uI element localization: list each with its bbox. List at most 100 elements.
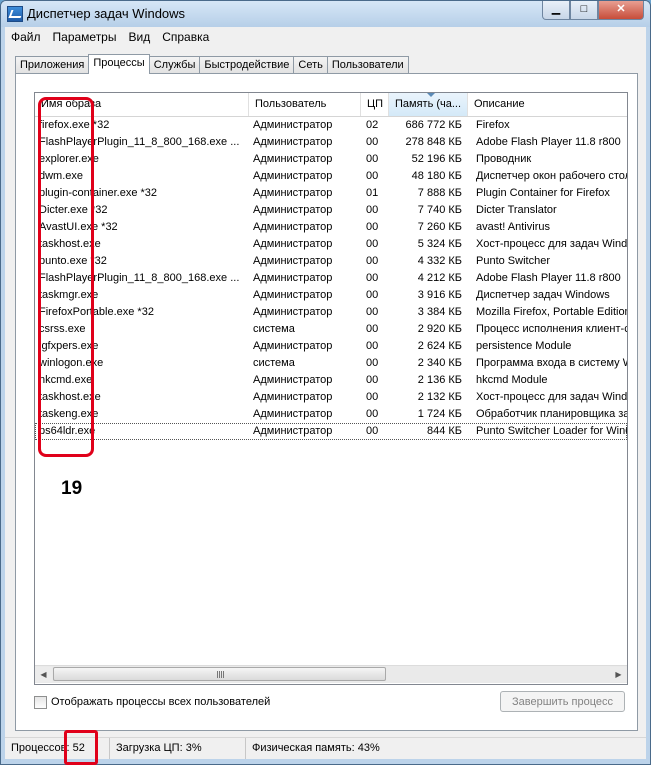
- process-row[interactable]: taskhost.exe Администратор 00 2 132 КБ Хост-…: [35, 389, 627, 406]
- tab-services[interactable]: Службы: [148, 56, 201, 74]
- process-user: Администратор: [253, 153, 333, 165]
- tab-users[interactable]: Пользователи: [326, 56, 409, 74]
- menu-help[interactable]: Справка: [156, 27, 215, 47]
- process-memory: 278 848 КБ: [405, 136, 462, 148]
- column-user[interactable]: Пользователь: [249, 93, 361, 116]
- process-row[interactable]: FirefoxPortable.exe *32 Администратор 00 3 …: [35, 304, 627, 321]
- process-memory: 844 КБ: [426, 425, 462, 437]
- horizontal-scrollbar[interactable]: ◀ ▶: [35, 665, 627, 683]
- process-row[interactable]: taskhost.exe Администратор 00 5 324 КБ Хост-…: [35, 236, 627, 253]
- process-memory: 3 384 КБ: [417, 306, 462, 318]
- process-cpu: 00: [366, 306, 379, 318]
- title-bar[interactable]: Диспетчер задач Windows ▁ □ ✕: [1, 1, 650, 27]
- process-description: Punto Switcher Loader for Win64: [476, 425, 627, 437]
- scroll-thumb[interactable]: [53, 667, 386, 681]
- process-row[interactable]: firefox.exe *32 Администратор 02 686 772 КБ…: [35, 117, 627, 134]
- process-user: Администратор: [253, 289, 333, 301]
- close-button[interactable]: ✕: [598, 1, 644, 20]
- process-cpu: 00: [366, 408, 379, 420]
- menu-view[interactable]: Вид: [122, 27, 156, 47]
- process-memory: 7 740 КБ: [417, 204, 462, 216]
- process-user: Администратор: [253, 340, 333, 352]
- task-manager-window: Диспетчер задач Windows ▁ □ ✕ Файл Парам…: [0, 0, 651, 765]
- process-row[interactable]: ps64ldr.exe Администратор 00 844 КБ Punto Sw…: [35, 423, 627, 440]
- vertical-scroll-area: [627, 93, 628, 665]
- tab-performance[interactable]: Быстродействие: [199, 56, 295, 74]
- end-process-button[interactable]: Завершить процесс: [500, 691, 625, 712]
- status-physical-memory: Физическая память: 43%: [252, 742, 380, 754]
- process-row[interactable]: csrss.exe система 00 2 920 КБ Процесс исполн…: [35, 321, 627, 338]
- process-cpu: 00: [366, 340, 379, 352]
- process-user: Администратор: [253, 119, 333, 131]
- tab-processes[interactable]: Процессы: [88, 54, 150, 74]
- process-cpu: 00: [366, 357, 379, 369]
- process-description: persistence Module: [476, 340, 572, 352]
- process-row[interactable]: FlashPlayerPlugin_11_8_800_168.exe ... Ад…: [35, 134, 627, 151]
- annotation-column-highlight: [38, 97, 94, 457]
- client-area: Приложения Процессы Службы Быстродействи…: [5, 47, 646, 737]
- process-cpu: 00: [366, 323, 379, 335]
- tab-strip: Приложения Процессы Службы Быстродействи…: [15, 54, 409, 74]
- process-user: Администратор: [253, 187, 333, 199]
- column-description[interactable]: Описание: [468, 93, 627, 116]
- process-cpu: 00: [366, 272, 379, 284]
- process-memory: 2 624 КБ: [417, 340, 462, 352]
- process-row[interactable]: AvastUI.exe *32 Администратор 00 7 260 КБ av…: [35, 219, 627, 236]
- process-memory: 7 888 КБ: [417, 187, 462, 199]
- tab-applications[interactable]: Приложения: [15, 56, 90, 74]
- process-user: Администратор: [253, 221, 333, 233]
- scroll-right-icon[interactable]: ▶: [610, 667, 627, 682]
- process-description: Adobe Flash Player 11.8 r800: [476, 272, 621, 284]
- process-row[interactable]: punto.exe *32 Администратор 00 4 332 КБ Punt…: [35, 253, 627, 270]
- process-row[interactable]: FlashPlayerPlugin_11_8_800_168.exe ... Ад…: [35, 270, 627, 287]
- process-memory: 3 916 КБ: [417, 289, 462, 301]
- process-user: Администратор: [253, 136, 333, 148]
- process-description: Punto Switcher: [476, 255, 550, 267]
- process-row[interactable]: hkcmd.exe Администратор 00 2 136 КБ hkcmd Mo…: [35, 372, 627, 389]
- maximize-button[interactable]: □: [570, 1, 598, 20]
- process-cpu: 00: [366, 238, 379, 250]
- process-cpu: 00: [366, 153, 379, 165]
- scroll-left-icon[interactable]: ◀: [35, 667, 52, 682]
- menu-options[interactable]: Параметры: [47, 27, 123, 47]
- process-cpu: 00: [366, 425, 379, 437]
- process-memory: 7 260 КБ: [417, 221, 462, 233]
- show-all-users-option[interactable]: Отображать процессы всех пользователей: [34, 694, 270, 710]
- process-description: Dicter Translator: [476, 204, 557, 216]
- menu-file[interactable]: Файл: [5, 27, 47, 47]
- process-cpu: 00: [366, 255, 379, 267]
- minimize-button[interactable]: ▁: [542, 1, 570, 20]
- grip-icon: [217, 671, 224, 678]
- process-row[interactable]: taskmgr.exe Администратор 00 3 916 КБ Диспет…: [35, 287, 627, 304]
- show-all-users-checkbox[interactable]: [34, 695, 47, 709]
- process-description: Диспетчер задач Windows: [476, 289, 610, 301]
- process-description: hkcmd Module: [476, 374, 548, 386]
- process-row[interactable]: winlogon.exe система 00 2 340 КБ Программа в…: [35, 355, 627, 372]
- process-row[interactable]: taskeng.exe Администратор 00 1 724 КБ Обрабо…: [35, 406, 627, 423]
- process-cpu: 00: [366, 391, 379, 403]
- column-cpu[interactable]: ЦП: [361, 93, 389, 116]
- process-memory: 1 724 КБ: [417, 408, 462, 420]
- process-cpu: 00: [366, 374, 379, 386]
- process-cpu: 00: [366, 204, 379, 216]
- process-user: Администратор: [253, 306, 333, 318]
- process-row[interactable]: igfxpers.exe Администратор 00 2 624 КБ persi…: [35, 338, 627, 355]
- process-memory: 4 332 КБ: [417, 255, 462, 267]
- column-memory[interactable]: Память (ча...: [389, 93, 468, 116]
- process-row[interactable]: explorer.exe Администратор 00 52 196 КБ Пров…: [35, 151, 627, 168]
- process-user: система: [253, 357, 295, 369]
- process-cpu: 00: [366, 170, 379, 182]
- process-memory: 2 340 КБ: [417, 357, 462, 369]
- process-row[interactable]: plugin-container.exe *32 Администратор 01 7…: [35, 185, 627, 202]
- process-memory: 2 136 КБ: [417, 374, 462, 386]
- process-description: Mozilla Firefox, Portable Edition: [476, 306, 627, 318]
- process-row[interactable]: dwm.exe Администратор 00 48 180 КБ Диспетчер…: [35, 168, 627, 185]
- process-cpu: 00: [366, 136, 379, 148]
- status-cpu-usage: Загрузка ЦП: 3%: [110, 738, 246, 759]
- process-user: система: [253, 323, 295, 335]
- processes-panel: Имя образа Пользователь ЦП Память (ча...…: [15, 73, 638, 731]
- tab-networking[interactable]: Сеть: [293, 56, 328, 74]
- process-row[interactable]: Dicter.exe *32 Администратор 00 7 740 КБ Dic…: [35, 202, 627, 219]
- window-title: Диспетчер задач Windows: [27, 6, 186, 21]
- process-list[interactable]: Имя образа Пользователь ЦП Память (ча...…: [34, 92, 628, 685]
